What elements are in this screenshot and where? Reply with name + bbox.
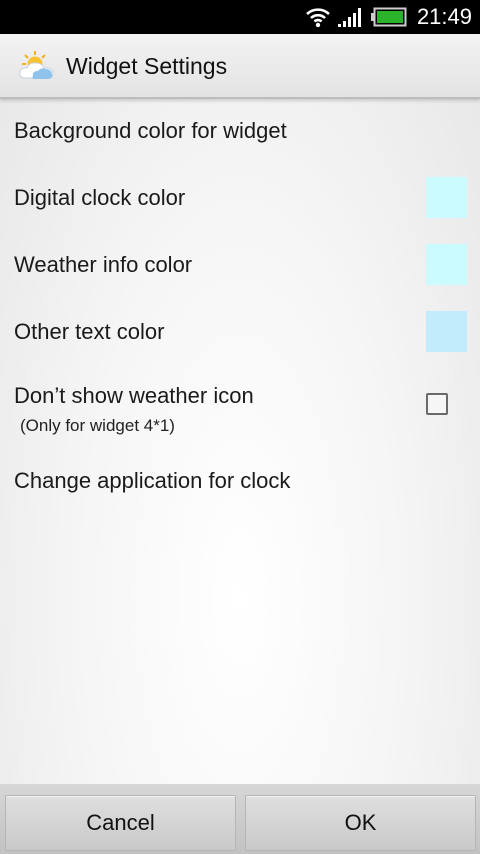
color-swatch bbox=[426, 311, 467, 352]
pref-label: Change application for clock bbox=[14, 468, 291, 493]
pref-summary: (Only for widget 4*1) bbox=[20, 416, 175, 435]
page-title: Widget Settings bbox=[66, 53, 228, 79]
button-bar: Cancel OK bbox=[0, 784, 480, 854]
weather-cloud-sun-icon bbox=[19, 51, 54, 79]
wifi-icon bbox=[306, 8, 330, 28]
pref-label: Weather info color bbox=[14, 252, 193, 277]
status-bar: 21:49 bbox=[0, 0, 480, 34]
hide-weather-icon-checkbox[interactable] bbox=[426, 393, 448, 415]
battery-icon bbox=[370, 7, 407, 27]
title-bar: Widget Settings bbox=[0, 34, 480, 99]
ok-button[interactable]: OK bbox=[245, 795, 476, 851]
pref-label: Don’t show weather icon bbox=[14, 383, 254, 408]
pref-label: Background color for widget bbox=[14, 118, 287, 143]
pref-digital-clock-color[interactable]: Digital clock color bbox=[0, 164, 480, 231]
cancel-button[interactable]: Cancel bbox=[5, 795, 236, 851]
status-time: 21:49 bbox=[416, 4, 472, 29]
pref-other-text-color[interactable]: Other text color bbox=[0, 298, 480, 365]
color-swatch bbox=[426, 244, 467, 285]
color-swatch bbox=[426, 177, 467, 218]
signal-icon bbox=[337, 8, 361, 27]
pref-weather-info-color[interactable]: Weather info color bbox=[0, 231, 480, 298]
pref-hide-weather-icon[interactable]: Don’t show weather icon (Only for widget… bbox=[0, 365, 480, 450]
pref-change-clock-app[interactable]: Change application for clock bbox=[0, 450, 480, 516]
pref-background-color[interactable]: Background color for widget bbox=[0, 100, 480, 164]
pref-label: Digital clock color bbox=[14, 185, 186, 210]
pref-label: Other text color bbox=[14, 319, 165, 344]
status-icons: 21:49 bbox=[305, 0, 472, 34]
